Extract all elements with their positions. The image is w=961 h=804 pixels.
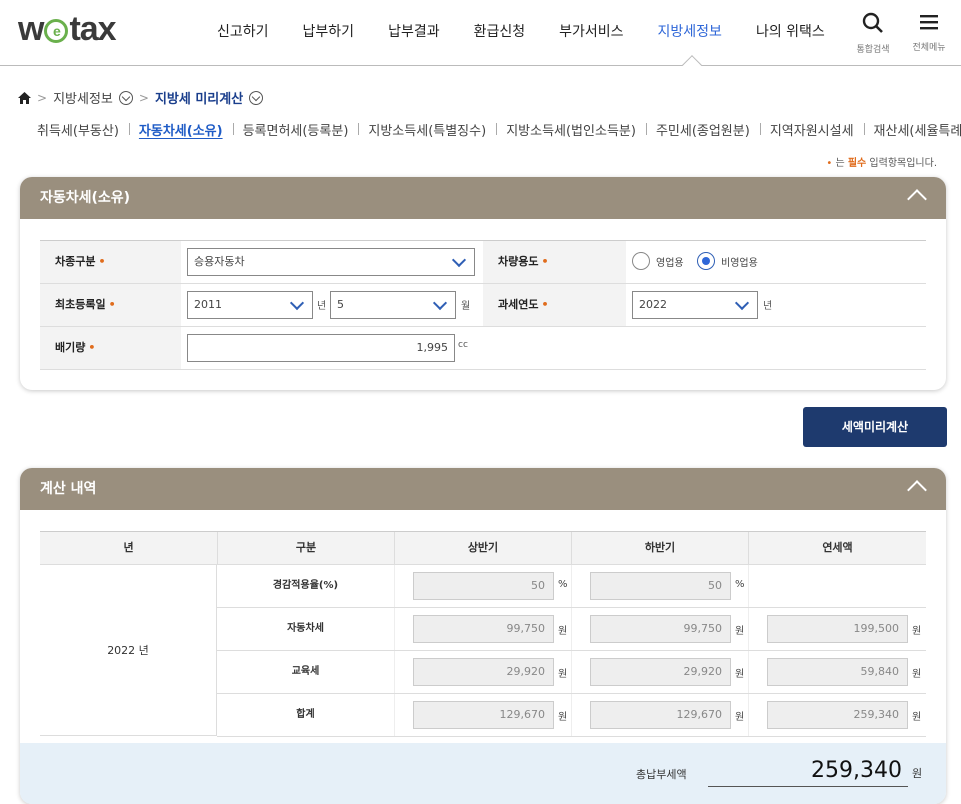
panel-title: 계산 내역 (20, 468, 946, 510)
tax-year-select[interactable]: 2022 (632, 291, 758, 319)
home-icon[interactable] (18, 91, 31, 104)
vehicle-form: 차종구분 • 승용자동차 차량용도 • 영업용 비영업용 최초등록일 • 2011 년… (40, 240, 926, 370)
year-unit: 년 (317, 301, 327, 312)
education-tax-first-half: 29,920 (413, 658, 554, 686)
tax-year-unit: 년 (763, 301, 773, 312)
header-category: 구분 (217, 532, 394, 564)
table-row: 교육세 29,920 원 29,920 원 59,840 원 (217, 651, 926, 694)
total-tax-unit: 원 (912, 767, 923, 780)
displacement-input[interactable]: 1,995 (187, 334, 455, 362)
sum-annual: 259,340 (767, 701, 908, 729)
tab-property-tax[interactable]: 재산세(세율특례) (863, 120, 961, 139)
radio-button[interactable] (632, 252, 650, 270)
vehicle-type-select[interactable]: 승용자동차 (187, 248, 475, 276)
calculate-tax-button[interactable]: 세액미리계산 (803, 407, 947, 447)
chevron-up-icon[interactable] (907, 480, 927, 500)
chevron-up-icon[interactable] (907, 189, 927, 209)
result-table: 년 구분 상반기 하반기 연세액 2022 년 경감적용율(%) 50% 50%… (40, 531, 926, 737)
first-reg-month-select[interactable]: 5 (330, 291, 456, 319)
header-first-half: 상반기 (394, 532, 571, 564)
calculation-result-panel: 계산 내역 년 구분 상반기 하반기 연세액 2022 년 경감적용율(%) 5… (20, 468, 946, 804)
row-label: 합계 (217, 694, 394, 736)
month-unit: 월 (461, 301, 471, 312)
first-registration-label: 최초등록일 • (40, 284, 181, 326)
header-year: 년 (123, 541, 134, 554)
displacement-unit: cc (458, 340, 468, 350)
education-tax-annual: 59,840 (767, 658, 908, 686)
usage-radio-noncommercial[interactable]: 비영업용 (697, 252, 758, 270)
sum-first-half: 129,670 (413, 701, 554, 729)
breadcrumb-level1[interactable]: 지방세정보 (53, 88, 113, 107)
tab-local-income-corporate[interactable]: 지방소득세(법인소득분) (496, 120, 646, 139)
row-label: 자동차세 (217, 608, 394, 650)
radio-button[interactable] (697, 252, 715, 270)
usage-radio-commercial[interactable]: 영업용 (632, 252, 684, 270)
site-header: w e tax 신고하기 납부하기 납부결과 환급신청 부가서비스 지방세정보 나의… (0, 0, 961, 75)
header-annual: 연세액 (748, 532, 926, 564)
education-tax-second-half: 29,920 (590, 658, 731, 686)
search-button[interactable]: 통합검색 (848, 12, 898, 55)
tax-year-label: 과세연도 • (483, 284, 626, 326)
hamburger-icon (920, 15, 938, 30)
nav-file-report[interactable]: 신고하기 (200, 0, 286, 66)
header-second-half: 하반기 (571, 532, 748, 564)
tab-local-income-withholding[interactable]: 지방소득세(특별징수) (358, 120, 496, 139)
chevron-down-icon[interactable] (249, 90, 264, 105)
reduction-rate-first-half: 50 (413, 572, 554, 600)
usage-label: 차량용도 • (483, 241, 626, 283)
nav-pay[interactable]: 납부하기 (286, 0, 372, 66)
nav-extra-service[interactable]: 부가서비스 (542, 0, 640, 66)
wetax-logo[interactable]: w e tax (18, 10, 117, 49)
tab-vehicle-tax[interactable]: 자동차세(소유) (128, 120, 233, 139)
required-note: • 는 필수 입력항목입니다. (826, 158, 937, 169)
sum-second-half: 129,670 (590, 701, 731, 729)
total-tax-bar: 총납부세액 259,340 원 (20, 743, 946, 804)
reduction-rate-second-half: 50 (590, 572, 731, 600)
table-row: 자동차세 99,750 원 99,750 원 199,500 원 (217, 608, 926, 651)
chevron-down-icon[interactable] (118, 90, 133, 105)
first-reg-year-select[interactable]: 2011 (187, 291, 313, 319)
nav-refund[interactable]: 환급신청 (457, 0, 543, 66)
vehicle-tax-first-half: 99,750 (413, 615, 554, 643)
menu-label: 전체메뉴 (912, 43, 946, 53)
nav-pay-result[interactable]: 납부결과 (371, 0, 457, 66)
row-label: 경감적용율(%) (217, 565, 394, 607)
displacement-label: 배기량 • (40, 327, 181, 369)
panel-title: 자동차세(소유) (20, 177, 946, 219)
breadcrumb: > 지방세정보 > 지방세 미리계산 (18, 88, 264, 107)
vehicle-type-label: 차종구분 • (40, 241, 181, 283)
table-row: 경감적용율(%) 50% 50% (217, 565, 926, 608)
vehicle-tax-annual: 199,500 (767, 615, 908, 643)
menu-button[interactable]: 전체메뉴 (904, 12, 954, 53)
main-nav: 신고하기 납부하기 납부결과 환급신청 부가서비스 지방세정보 나의 위택스 (200, 0, 842, 66)
total-tax-value: 259,340 (708, 755, 908, 787)
tax-type-tabs: 취득세(부동산) 자동차세(소유) 등록면허세(등록분) 지방소득세(특별징수)… (37, 120, 961, 139)
breadcrumb-level2[interactable]: 지방세 미리계산 (155, 88, 243, 107)
tab-acquisition-tax[interactable]: 취득세(부동산) (37, 120, 129, 139)
nav-my-wetax[interactable]: 나의 위택스 (739, 0, 842, 66)
search-icon (862, 12, 883, 33)
table-row: 합계 129,670 원 129,670 원 259,340 원 (217, 694, 926, 737)
breadcrumb-separator: > (138, 90, 149, 105)
tab-resident-tax[interactable]: 주민세(종업원분) (645, 120, 760, 139)
vehicle-tax-second-half: 99,750 (590, 615, 731, 643)
row-label: 교육세 (217, 651, 394, 693)
search-label: 통합검색 (856, 45, 890, 55)
tab-registration-tax[interactable]: 등록면허세(등록분) (232, 120, 359, 139)
year-cell: 2022 년 (40, 565, 217, 736)
breadcrumb-separator: > (37, 90, 48, 105)
tab-regional-resource-tax[interactable]: 지역자원시설세 (759, 120, 864, 139)
table-header: 년 구분 상반기 하반기 연세액 (40, 532, 926, 565)
total-tax-label: 총납부세액 (636, 768, 687, 781)
vehicle-tax-form-panel: 자동차세(소유) 차종구분 • 승용자동차 차량용도 • 영업용 비영업용 최초등록… (20, 177, 946, 390)
